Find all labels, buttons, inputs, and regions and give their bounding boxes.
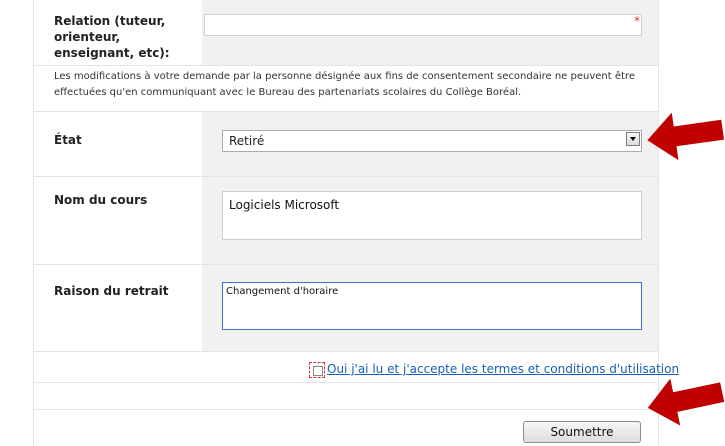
arrow-to-submit-icon <box>647 378 725 426</box>
footer-divider <box>34 409 658 410</box>
arrow-to-select-icon <box>647 112 725 161</box>
consent-form: Relation (tuteur, orienteur, enseignant,… <box>33 0 679 446</box>
etat-label: État <box>54 133 82 147</box>
terms-checkbox[interactable] <box>309 362 325 378</box>
terms-link[interactable]: Oui j'ai lu et j'accepte les termes et c… <box>327 362 679 376</box>
cours-input[interactable]: Logiciels Microsoft <box>222 191 642 240</box>
submit-button[interactable]: Soumettre <box>523 421 641 443</box>
cours-row: Nom du cours Logiciels Microsoft <box>34 177 658 265</box>
submit-row <box>34 383 658 409</box>
chevron-down-icon[interactable] <box>626 132 640 146</box>
cours-label: Nom du cours <box>54 193 148 207</box>
raison-label: Raison du retrait <box>54 284 169 298</box>
relation-input[interactable] <box>204 14 642 36</box>
etat-select[interactable]: Retiré <box>222 130 642 152</box>
notice-text: Les modifications à votre demande par la… <box>54 71 635 98</box>
notice-row: Les modifications à votre demande par la… <box>34 66 658 112</box>
etat-selected-value: Retiré <box>229 134 265 148</box>
raison-textarea[interactable]: Changement d'horaire <box>222 282 642 330</box>
relation-row: Relation (tuteur, orienteur, enseignant,… <box>34 0 658 66</box>
raison-row: Raison du retrait Changement d'horaire <box>34 265 658 352</box>
relation-label: Relation (tuteur, orienteur, enseignant,… <box>54 14 170 60</box>
required-marker: * <box>634 14 640 28</box>
